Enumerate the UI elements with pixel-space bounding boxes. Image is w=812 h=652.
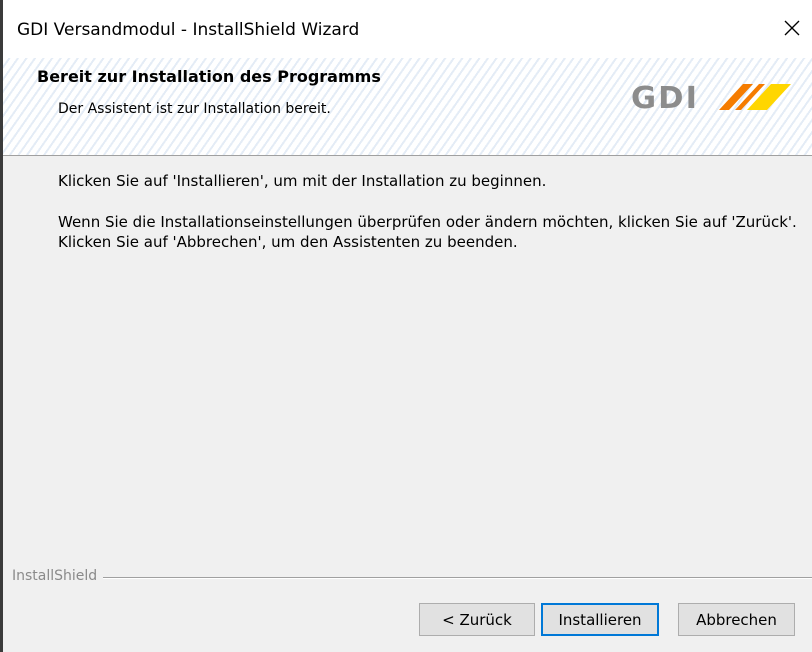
main-content: Klicken Sie auf 'Installieren', um mit d… <box>3 156 812 566</box>
header-title: Bereit zur Installation des Programms <box>37 67 381 86</box>
title-bar[interactable]: GDI Versandmodul - InstallShield Wizard <box>3 0 812 58</box>
window-title: GDI Versandmodul - InstallShield Wizard <box>17 20 360 40</box>
header-banner: Bereit zur Installation des Programms De… <box>3 58 812 156</box>
close-icon <box>784 20 800 36</box>
logo-text: GDI <box>631 81 699 114</box>
installshield-brand-label: InstallShield <box>12 568 104 584</box>
instruction-paragraph: Wenn Sie die Installationseinstellungen … <box>58 213 797 251</box>
header-subtitle: Der Assistent ist zur Installation berei… <box>58 101 331 117</box>
footer-separator <box>12 577 812 579</box>
logo-stripe-yellow <box>747 84 791 110</box>
install-button[interactable]: Installieren <box>541 603 659 636</box>
back-button[interactable]: < Zurück <box>419 603 535 636</box>
installer-window: GDI Versandmodul - InstallShield Wizard … <box>0 0 812 652</box>
cancel-button[interactable]: Abbrechen <box>678 603 795 636</box>
close-button[interactable] <box>772 6 812 50</box>
instruction-line: Klicken Sie auf 'Installieren', um mit d… <box>58 172 547 190</box>
gdi-logo: GDI <box>631 81 791 114</box>
